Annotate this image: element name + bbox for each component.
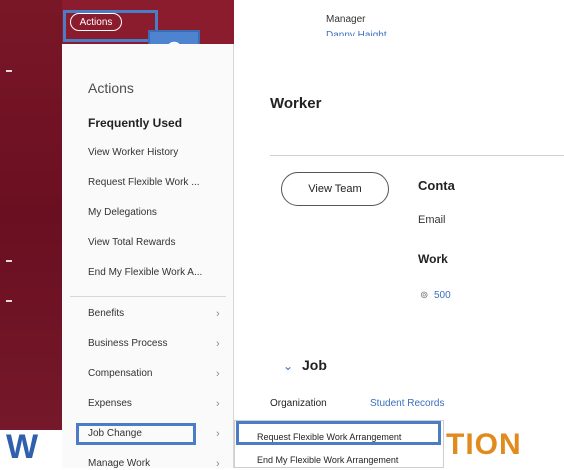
strip-mark [6, 300, 12, 302]
job-section-heading[interactable]: Job [302, 357, 327, 373]
chevron-right-icon: › [216, 338, 220, 350]
menu-divider [70, 296, 226, 297]
menu-item-view-total-rewards[interactable]: View Total Rewards [88, 237, 175, 248]
worker-header-area [234, 0, 564, 44]
organization-link[interactable]: Student Records [370, 398, 445, 409]
chevron-right-icon: › [216, 458, 220, 470]
chevron-right-icon: › [216, 428, 220, 440]
frequently-used-label: Frequently Used [88, 116, 183, 130]
submenu-item-end-flexible-work[interactable]: End My Flexible Work Arrangement [257, 455, 398, 465]
banner-right-fragment: TION [446, 428, 522, 461]
chevron-down-icon[interactable]: ⌄ [283, 359, 293, 373]
menu-item-business-process[interactable]: Business Process [88, 338, 167, 349]
address-link[interactable]: 500 [434, 290, 451, 301]
section-divider [270, 155, 564, 156]
menu-item-my-delegations[interactable]: My Delegations [88, 207, 157, 218]
menu-item-view-worker-history[interactable]: View Worker History [88, 147, 178, 158]
actions-menu: Actions Frequently Used View Worker Hist… [62, 44, 234, 470]
email-label: Email [418, 214, 446, 226]
left-background-strip [0, 0, 62, 430]
manager-link[interactable]: Danny Haight [326, 30, 387, 36]
menu-item-end-flexible-work[interactable]: End My Flexible Work A... [88, 267, 202, 278]
job-change-highlight-box [76, 423, 196, 445]
location-pin-icon: ⊚ [420, 290, 429, 301]
chevron-right-icon: › [216, 398, 220, 410]
strip-mark [6, 70, 12, 72]
request-flexible-highlight-box [236, 421, 441, 445]
menu-heading: Actions [88, 80, 134, 96]
worker-title: Worker [270, 95, 322, 112]
chevron-right-icon: › [216, 308, 220, 320]
manager-label: Manager [326, 14, 366, 25]
work-heading: Work [418, 252, 448, 266]
contact-heading: Conta [418, 178, 455, 193]
organization-label: Organization [270, 398, 327, 409]
menu-item-request-flexible-work[interactable]: Request Flexible Work ... [88, 177, 200, 188]
menu-item-expenses[interactable]: Expenses [88, 398, 132, 409]
menu-item-compensation[interactable]: Compensation [88, 368, 152, 379]
chevron-right-icon: › [216, 368, 220, 380]
strip-mark [6, 260, 12, 262]
view-team-button[interactable]: View Team [281, 172, 389, 206]
menu-item-manage-work[interactable]: Manage Work [88, 458, 150, 469]
banner-left-fragment: W [6, 428, 39, 466]
actions-highlight-box [63, 10, 158, 42]
menu-item-benefits[interactable]: Benefits [88, 308, 124, 319]
